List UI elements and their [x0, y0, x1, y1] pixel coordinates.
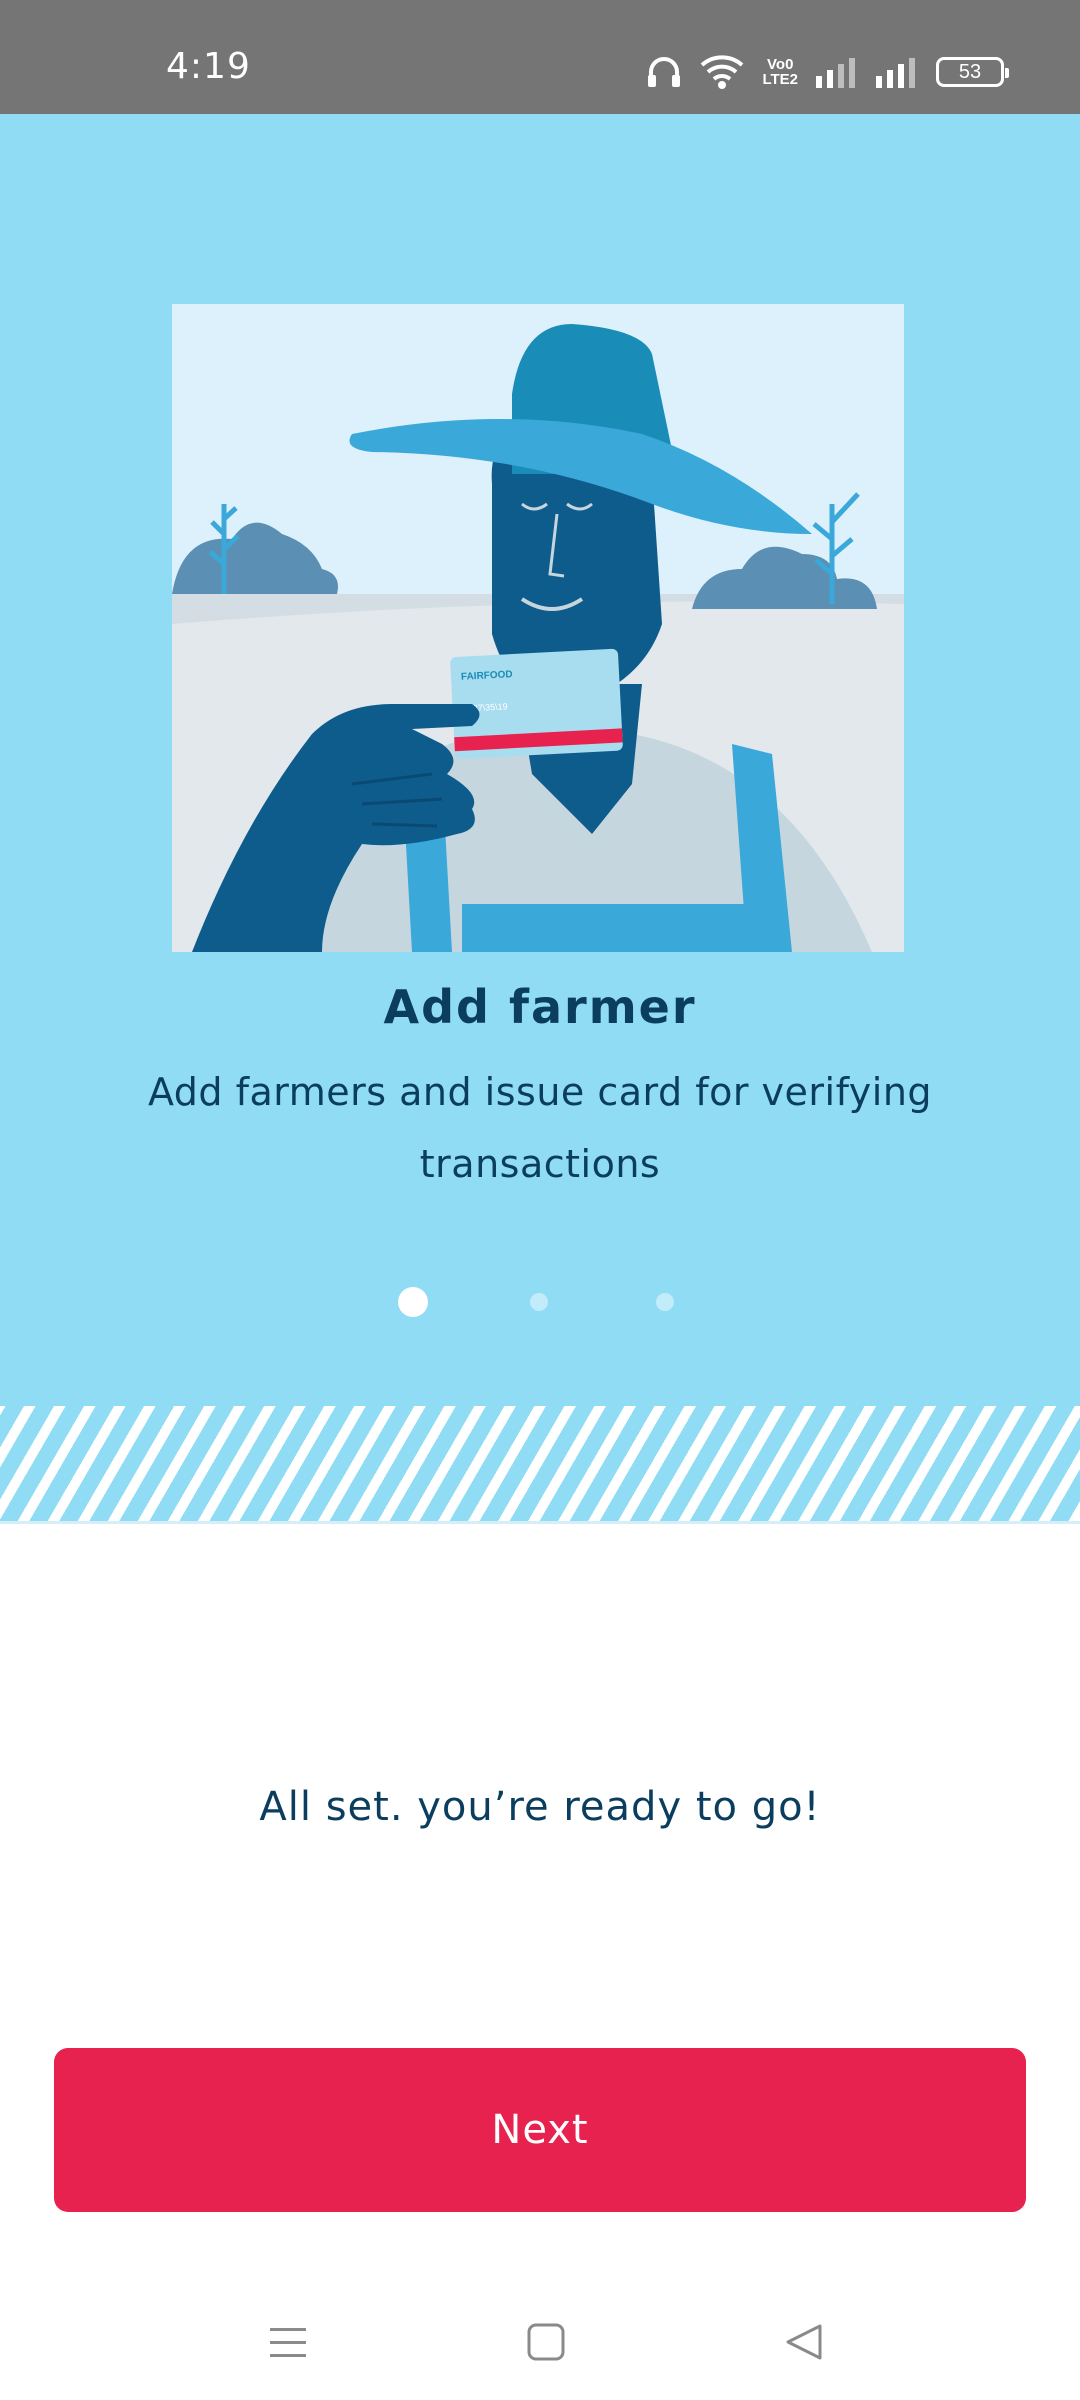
volte-line-2: LTE2 [762, 71, 798, 88]
headphones-icon [646, 55, 682, 89]
status-time: 4:19 [166, 46, 251, 87]
farmer-holding-card-illustration: FAIRFOOD 27\35\19 [172, 304, 904, 952]
back-icon[interactable] [774, 2312, 834, 2372]
volte-line-1: Vo0 [767, 56, 794, 73]
wifi-icon [700, 54, 744, 90]
page-indicator [0, 1284, 1080, 1324]
slide-description: Add farmers and issue card for verifying… [147, 1070, 933, 1186]
page-dot-1-active[interactable] [398, 1287, 428, 1317]
home-icon[interactable] [516, 2312, 576, 2372]
onboarding-slide[interactable]: FAIRFOOD 27\35\19 Add farmer Add farmers… [0, 114, 1080, 1406]
ready-message: All set. you’re ready to go! [259, 1784, 821, 1830]
battery-icon: 53 [936, 57, 1009, 87]
next-button[interactable]: Next [54, 2048, 1026, 2212]
slide-title: Add farmer [383, 980, 697, 1034]
striped-divider [0, 1406, 1080, 1524]
page-dot-3[interactable] [656, 1293, 674, 1311]
menu-icon[interactable] [258, 2312, 318, 2372]
status-bar: 4:19 Vo0 LTE2 53 [0, 0, 1080, 114]
system-nav-bar [0, 2290, 1080, 2400]
signal-icon [876, 56, 918, 88]
page-dot-2[interactable] [530, 1293, 548, 1311]
signal-icon [816, 56, 858, 88]
volte-icon: Vo0 LTE2 [762, 57, 798, 87]
status-icons: Vo0 LTE2 53 [646, 52, 1009, 92]
